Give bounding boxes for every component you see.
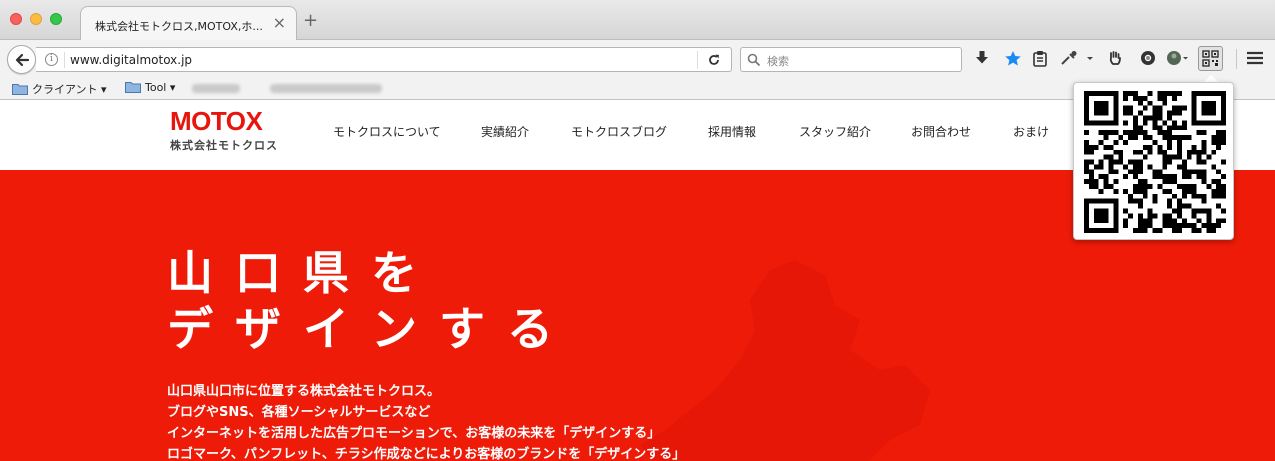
browser-titlebar: 株式会社モトクロス,MOTOX,ホ... × +	[0, 0, 1275, 41]
hero-body-line: 山口県山口市に位置する株式会社モトクロス。	[167, 384, 441, 399]
site-logo-subtitle: 株式会社モトクロス	[170, 139, 278, 152]
bookmark-star-icon[interactable]	[1004, 50, 1022, 67]
url-bar[interactable]: i www.digitalmotox.jp	[36, 47, 732, 72]
bookmark-label: クライアント ▾	[32, 83, 107, 96]
back-button[interactable]	[7, 45, 36, 74]
profile-icon[interactable]	[1166, 50, 1188, 66]
download-icon[interactable]	[975, 50, 989, 66]
tab-close-icon[interactable]: ×	[273, 15, 286, 31]
folder-icon	[12, 84, 28, 95]
reload-icon[interactable]	[707, 53, 721, 67]
hero-body-line: インターネットを活用した広告プロモーションで、お客様の未来を「デザインする」	[167, 426, 661, 441]
nav-item-contact[interactable]: お問合わせ	[911, 123, 971, 140]
hero-headline-line-2: デザインする	[167, 302, 575, 356]
clipboard-icon[interactable]	[1032, 50, 1048, 67]
browser-tab[interactable]: 株式会社モトクロス,MOTOX,ホ... ×	[80, 6, 297, 41]
pipette-icon[interactable]	[1060, 50, 1078, 66]
blurred-bookmark[interactable]	[270, 84, 382, 93]
nav-item-blog[interactable]: モトクロスブログ	[571, 123, 667, 140]
close-window-button[interactable]	[10, 13, 22, 25]
search-icon	[747, 53, 761, 67]
nav-item-extras[interactable]: おまけ	[1013, 123, 1049, 140]
qr-code-icon	[1202, 50, 1219, 67]
qr-code-image	[1084, 91, 1226, 233]
bookmark-folder-tool[interactable]: Tool ▾	[125, 81, 175, 94]
minimize-window-button[interactable]	[30, 13, 42, 25]
blurred-bookmark[interactable]	[192, 84, 240, 93]
search-bar[interactable]: 検索	[740, 47, 962, 72]
url-input[interactable]: www.digitalmotox.jp	[70, 53, 192, 67]
chrome-icon[interactable]	[1140, 50, 1156, 66]
site-logo[interactable]: MOTOX	[170, 106, 263, 137]
hero-headline: 山口県を デザインする	[167, 245, 575, 357]
qr-code-button[interactable]	[1198, 46, 1223, 71]
nav-item-about[interactable]: モトクロスについて	[333, 123, 441, 140]
menu-icon[interactable]	[1246, 50, 1264, 66]
info-icon[interactable]: i	[45, 53, 58, 66]
new-tab-button[interactable]: +	[303, 12, 318, 30]
chevron-down-icon[interactable]	[1086, 50, 1094, 66]
tab-title: 株式会社モトクロス,MOTOX,ホ...	[95, 20, 263, 33]
folder-icon	[125, 82, 141, 93]
hero-body-line: ロゴマーク、パンフレット、チラシ作成などによりお客様のブランドを「デザインする」	[167, 447, 686, 461]
arrow-left-icon	[15, 53, 30, 67]
zoom-window-button[interactable]	[50, 13, 62, 25]
hero-headline-line-1: 山口県を	[167, 246, 439, 300]
navigation-toolbar: i www.digitalmotox.jp 検索	[0, 40, 1275, 78]
search-input[interactable]: 検索	[767, 53, 789, 69]
bookmark-folder-client[interactable]: クライアント ▾	[12, 81, 107, 97]
hero-body-line: ブログやSNS、各種ソーシャルサービスなど	[167, 405, 431, 420]
nav-item-works[interactable]: 実績紹介	[481, 123, 529, 140]
hand-icon[interactable]	[1108, 50, 1122, 66]
qr-code-popup	[1073, 82, 1234, 240]
map-silhouette	[640, 260, 930, 461]
nav-item-staff[interactable]: スタッフ紹介	[799, 123, 871, 140]
bookmark-label: Tool ▾	[145, 81, 176, 94]
nav-item-recruit[interactable]: 採用情報	[708, 123, 756, 140]
